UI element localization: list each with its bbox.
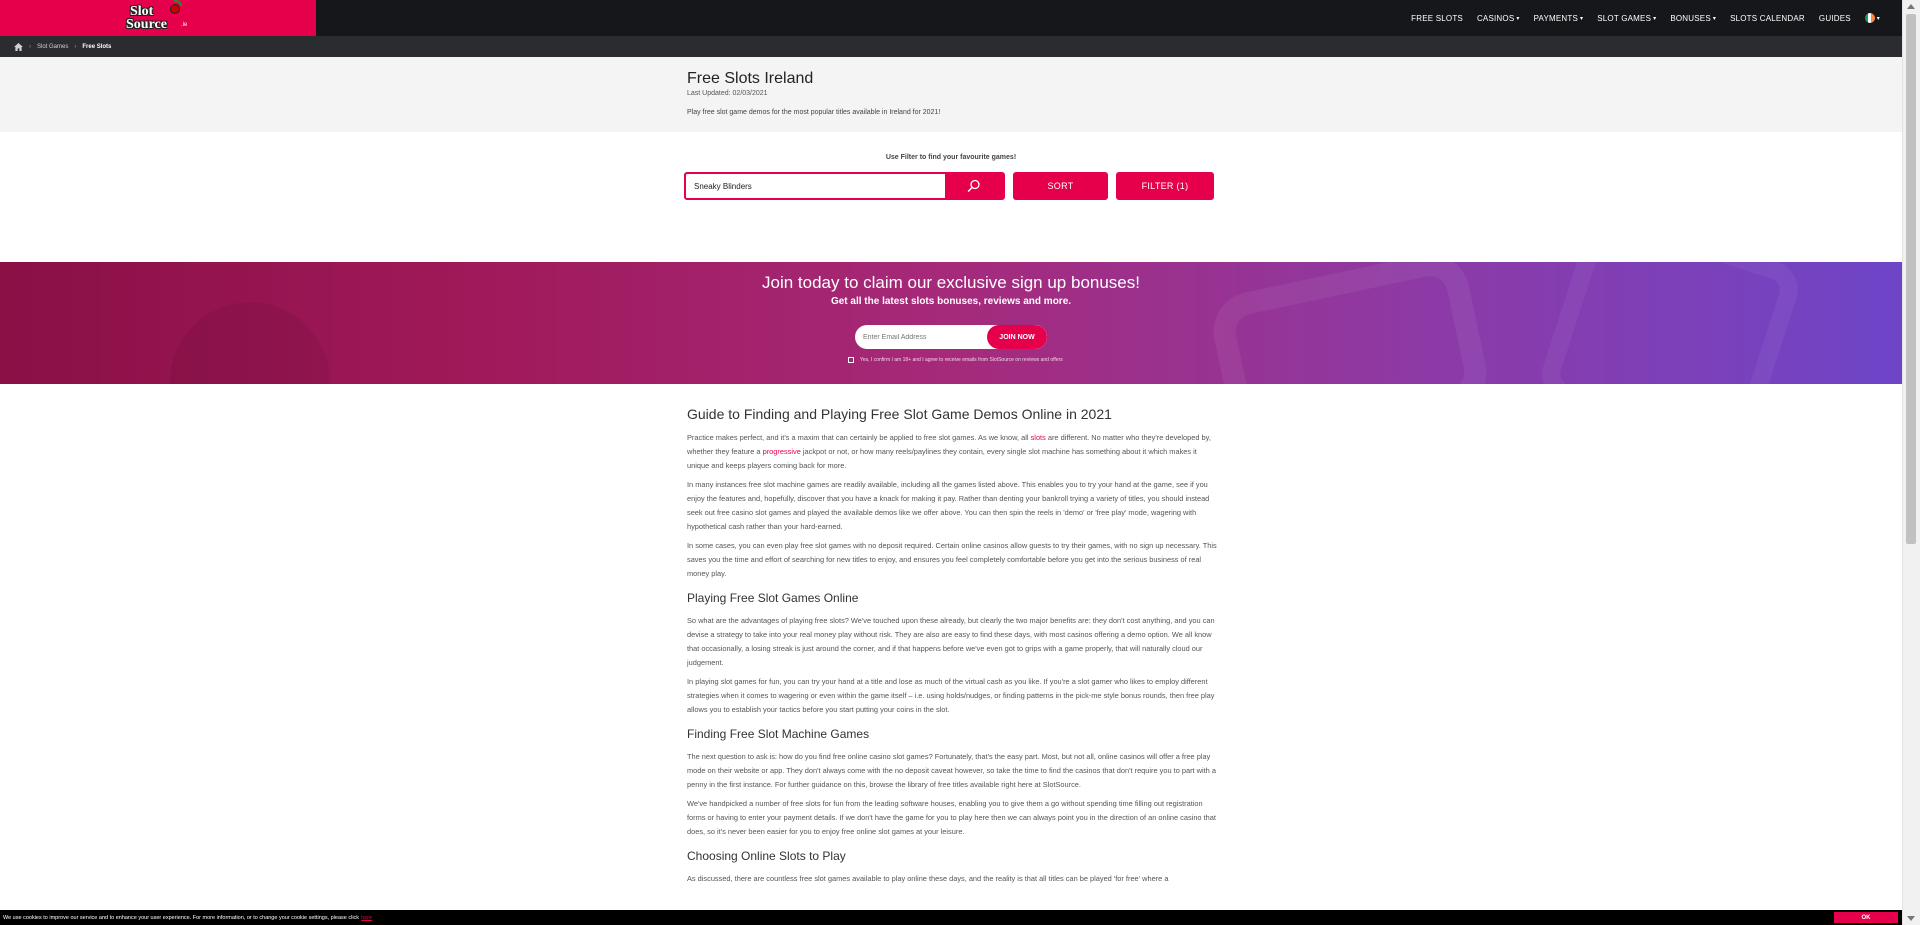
top-navbar: Slot Source .ie FREE SLOTS CASINOS ▾ PAYM… <box>0 0 1902 36</box>
page-intro: Play free slot game demos for the most p… <box>687 109 941 116</box>
article-paragraph: Practice makes perfect, and it's a maxim… <box>687 431 1217 473</box>
page-title: Free Slots Ireland <box>687 70 814 87</box>
page-scrollbar[interactable] <box>1902 0 1920 925</box>
nav-label: SLOTS CALENDAR <box>1730 13 1805 23</box>
article-paragraph: As discussed, there are countless free s… <box>687 874 1169 883</box>
nav-label: CASINOS <box>1476 13 1515 23</box>
cookie-ok-button[interactable]: OK <box>1834 912 1898 923</box>
slots-link[interactable]: slots <box>1031 433 1046 442</box>
signup-banner: Join today to claim our exclusive sign u… <box>0 262 1902 384</box>
caret-down-icon: ▾ <box>1653 15 1657 22</box>
caret-down-icon: ▾ <box>1516 15 1520 22</box>
article-paragraph: We've handpicked a number of free slots … <box>687 799 1216 836</box>
nav-free-slots[interactable]: FREE SLOTS <box>1411 14 1463 23</box>
consent-row: Yes, I confirm I am 18+ and I agree to r… <box>848 357 1063 363</box>
nav-slots-calendar[interactable]: SLOTS CALENDAR <box>1730 14 1805 23</box>
consent-checkbox[interactable] <box>848 357 854 363</box>
article-paragraph: The next question to ask is: how do you … <box>687 752 1216 789</box>
newsletter-form: JOIN NOW <box>855 325 1047 349</box>
article-paragraph: In playing slot games for fun, you can t… <box>687 677 1215 714</box>
nav-label: FREE SLOTS <box>1411 13 1463 23</box>
nav-bonuses[interactable]: BONUSES ▾ <box>1670 14 1716 23</box>
cookie-banner: We use cookies to improve our service an… <box>0 910 1902 925</box>
breadcrumb-free-slots: Free Slots <box>82 43 112 50</box>
nav-slot-games[interactable]: SLOT GAMES ▾ <box>1597 14 1656 23</box>
nav-payments[interactable]: PAYMENTS ▾ <box>1534 14 1584 23</box>
search-box <box>684 172 1005 200</box>
search-icon <box>967 179 980 192</box>
logo-area: Slot Source .ie <box>0 0 316 36</box>
cherry-icon <box>170 4 180 14</box>
nav-guides[interactable]: GUIDES <box>1819 14 1851 23</box>
nav-label: PAYMENTS <box>1533 13 1579 23</box>
email-field[interactable] <box>855 325 985 349</box>
breadcrumb-slot-games[interactable]: Slot Games <box>37 44 68 50</box>
join-now-button[interactable]: JOIN NOW <box>987 325 1047 349</box>
section-heading: Playing Free Slot Games Online <box>687 591 859 605</box>
banner-decoration <box>170 302 330 384</box>
logo-text-line2: Source <box>126 17 167 32</box>
scroll-up-arrow-icon[interactable] <box>1907 4 1915 9</box>
language-selector[interactable]: ▾ <box>1864 13 1880 23</box>
section-heading: Choosing Online Slots to Play <box>687 849 846 863</box>
scroll-down-arrow-icon[interactable] <box>1907 916 1915 921</box>
filter-caption: Use Filter to find your favourite games! <box>885 154 1017 161</box>
caret-down-icon: ▾ <box>1580 15 1584 22</box>
banner-title: Join today to claim our exclusive sign u… <box>762 273 1140 292</box>
banner-subtitle: Get all the latest slots bonuses, review… <box>830 296 1072 307</box>
nav-casinos[interactable]: CASINOS ▾ <box>1477 14 1520 23</box>
breadcrumb: › Slot Games › Free Slots <box>0 36 1902 57</box>
article-heading: Guide to Finding and Playing Free Slot G… <box>687 406 1112 422</box>
breadcrumb-separator: › <box>29 43 31 50</box>
nav-label: BONUSES <box>1670 13 1711 23</box>
last-updated: Last Updated: 02/03/2021 <box>687 90 768 97</box>
home-icon[interactable] <box>14 42 23 51</box>
breadcrumb-separator: › <box>74 43 77 50</box>
guide-article: Guide to Finding and Playing Free Slot G… <box>687 406 1217 891</box>
scrollbar-thumb[interactable] <box>1906 14 1916 544</box>
progressive-link[interactable]: progressive <box>763 447 801 456</box>
nav-label: GUIDES <box>1818 13 1851 23</box>
ireland-flag-icon <box>1864 13 1875 23</box>
logo-tld: .ie <box>180 22 189 28</box>
article-paragraph: So what are the advantages of playing fr… <box>687 616 1215 667</box>
article-paragraph: In some cases, you can even play free sl… <box>687 541 1217 578</box>
caret-down-icon: ▾ <box>1712 15 1717 22</box>
page-header <box>0 57 1902 132</box>
cookie-text: We use cookies to improve our service an… <box>3 914 360 921</box>
nav-label: SLOT GAMES <box>1597 13 1652 23</box>
search-input[interactable] <box>686 174 945 198</box>
consent-label: Yes, I confirm I am 18+ and I agree to r… <box>860 357 1063 363</box>
paragraph-text: Practice makes perfect, and it's a maxim… <box>687 433 1031 442</box>
cookie-settings-link[interactable]: here <box>361 915 372 921</box>
main-nav: FREE SLOTS CASINOS ▾ PAYMENTS ▾ SLOT GAMES… <box>1411 0 1880 36</box>
sort-button[interactable]: SORT <box>1013 172 1108 200</box>
caret-down-icon: ▾ <box>1876 15 1880 22</box>
filter-button[interactable]: FILTER (1) <box>1116 172 1214 200</box>
section-heading: Finding Free Slot Machine Games <box>687 727 870 741</box>
article-paragraph: In many instances free slot machine game… <box>687 480 1210 531</box>
search-button[interactable] <box>945 174 1003 198</box>
slotsource-logo[interactable]: Slot Source .ie <box>124 0 194 34</box>
